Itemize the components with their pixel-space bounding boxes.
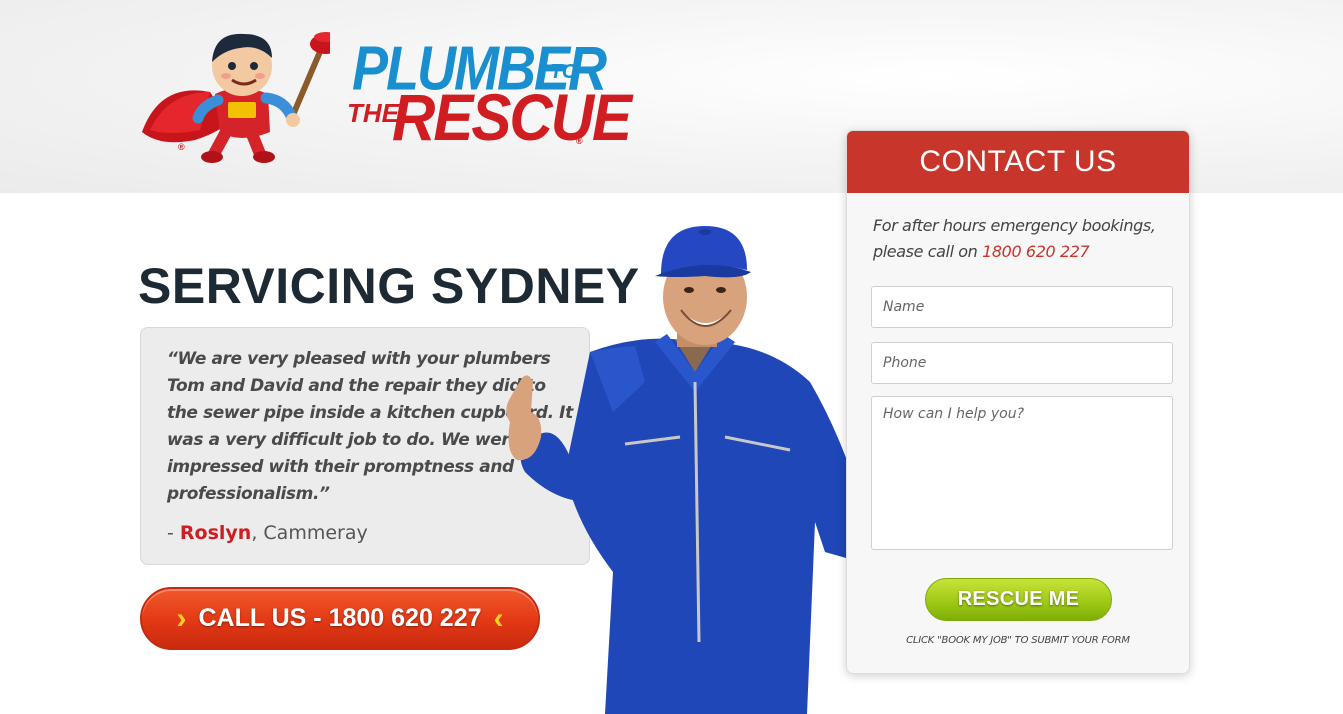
plumber-photo — [506, 226, 869, 714]
registered-mark: ® — [178, 142, 185, 152]
logo-text-rescue: RESCUE — [392, 80, 632, 155]
logo-text-to: TO — [550, 61, 578, 83]
site-logo[interactable]: PLUMBER TO THE RESCUE ® ® — [140, 22, 632, 167]
contact-title: CONTACT US — [847, 131, 1189, 193]
author-dash: - — [167, 522, 180, 544]
name-input[interactable] — [871, 286, 1173, 328]
phone-input[interactable] — [871, 342, 1173, 384]
call-us-button[interactable]: › CALL US - 1800 620 227 ‹ — [140, 587, 540, 650]
contact-panel: CONTACT US For after hours emergency boo… — [846, 130, 1190, 674]
logo-text-the: THE — [347, 98, 399, 128]
call-us-label: CALL US - 1800 620 227 — [198, 604, 482, 632]
author-location: , Cammeray — [251, 522, 368, 544]
testimonial-author: - Roslyn, Cammeray — [167, 522, 368, 544]
chevron-left-icon: ‹ — [493, 601, 504, 635]
registered-mark: ® — [576, 136, 583, 146]
author-name: Roslyn — [179, 522, 252, 544]
after-hours-note: For after hours emergency bookings, plea… — [873, 213, 1173, 265]
superhero-plumber-mascot-icon — [142, 32, 330, 163]
submit-instructions: CLICK "BOOK MY JOB" TO SUBMIT YOUR FORM — [906, 635, 1130, 646]
message-textarea[interactable] — [871, 396, 1173, 550]
after-hours-phone-link[interactable]: 1800 620 227 — [982, 242, 1090, 261]
rescue-me-button[interactable]: RESCUE ME — [925, 578, 1112, 621]
chevron-right-icon: › — [176, 601, 187, 635]
